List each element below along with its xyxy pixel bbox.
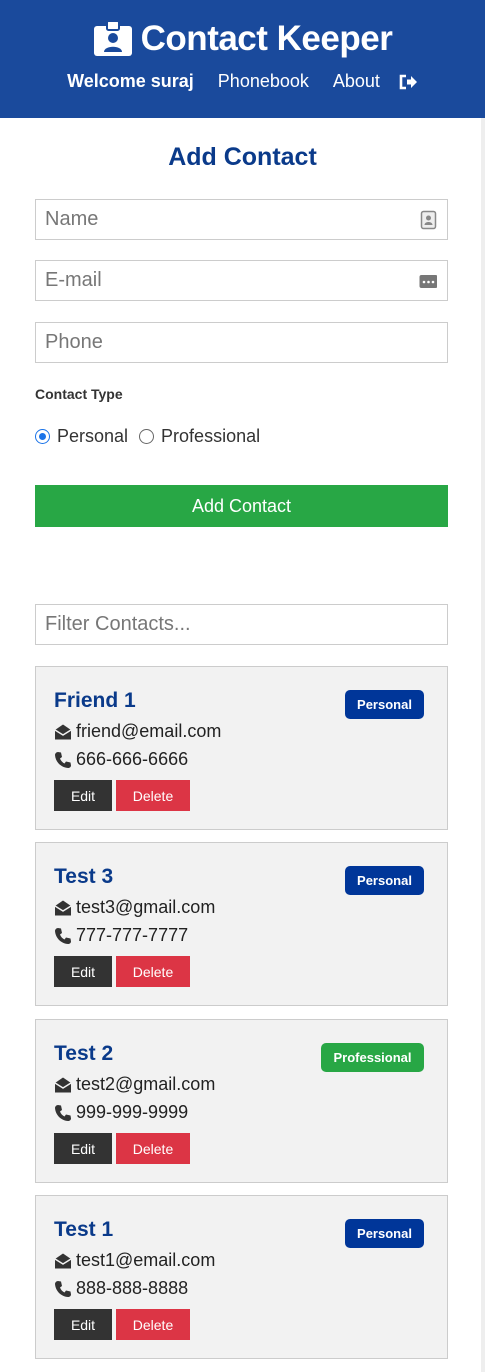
brand[interactable]: Contact Keeper xyxy=(0,0,485,60)
contact-phone: 666-666-6666 xyxy=(54,749,188,770)
contact-email-text: test1@email.com xyxy=(76,1250,216,1270)
contact-type-badge: Professional xyxy=(321,1043,424,1072)
radio-professional-label[interactable]: Professional xyxy=(161,426,260,447)
app-title: Contact Keeper xyxy=(140,19,393,58)
form-title: Add Contact xyxy=(168,143,317,171)
envelope-open-icon xyxy=(54,1253,72,1268)
envelope-open-icon xyxy=(54,900,72,915)
contact-type-label: Contact Type xyxy=(35,386,123,402)
contact-name: Test 1 xyxy=(54,1218,114,1241)
edit-button[interactable]: Edit xyxy=(54,780,112,811)
envelope-open-icon xyxy=(54,724,72,739)
delete-button[interactable]: Delete xyxy=(116,956,190,987)
contact-phone-text: 999-999-9999 xyxy=(76,1102,189,1122)
contact-card: Friend 1 Personal friend@email.com 666-6… xyxy=(35,666,448,830)
welcome-text: Welcome suraj xyxy=(67,71,194,91)
contact-phone-text: 777-777-7777 xyxy=(76,925,189,945)
add-contact-button[interactable]: Add Contact xyxy=(35,485,448,527)
contact-type-badge: Personal xyxy=(345,866,424,895)
radio-personal-label[interactable]: Personal xyxy=(57,426,128,447)
contact-type-badge: Personal xyxy=(345,1219,424,1248)
contact-card: Test 3 Personal test3@gmail.com 777-777-… xyxy=(35,842,448,1006)
envelope-open-icon xyxy=(54,1077,72,1092)
contact-email-text: test2@gmail.com xyxy=(76,1074,216,1094)
phone-icon xyxy=(55,927,71,944)
contact-name: Friend 1 xyxy=(54,689,136,712)
contact-email: friend@email.com xyxy=(54,721,221,742)
phone-input[interactable] xyxy=(36,323,447,362)
scrollbar[interactable] xyxy=(481,118,485,1372)
edit-button[interactable]: Edit xyxy=(54,1309,112,1340)
email-input[interactable] xyxy=(36,261,447,300)
contact-phone-text: 888-888-8888 xyxy=(76,1278,189,1298)
name-input[interactable] xyxy=(36,200,447,239)
name-field[interactable] xyxy=(35,199,448,240)
contact-name: Test 3 xyxy=(54,865,114,888)
contact-email: test3@gmail.com xyxy=(54,897,215,918)
contact-email-text: test3@gmail.com xyxy=(76,897,216,917)
contact-name: Test 2 xyxy=(54,1042,114,1065)
nav-link-about[interactable]: About xyxy=(333,71,380,92)
edit-button[interactable]: Edit xyxy=(54,1133,112,1164)
delete-button[interactable]: Delete xyxy=(116,1133,190,1164)
nav-links: Welcome suraj Phonebook About xyxy=(0,71,485,92)
contact-email: test2@gmail.com xyxy=(54,1074,215,1095)
sign-out-icon[interactable] xyxy=(398,73,418,91)
contact-card-icon xyxy=(420,210,437,230)
contact-phone: 888-888-8888 xyxy=(54,1278,188,1299)
radio-professional[interactable] xyxy=(139,429,155,444)
phone-field[interactable] xyxy=(35,322,448,363)
filter-field[interactable] xyxy=(35,604,448,645)
navbar: Contact Keeper Welcome suraj Phonebook A… xyxy=(0,0,485,118)
phone-icon xyxy=(55,1104,71,1121)
contact-card: Test 2 Professional test2@gmail.com 999-… xyxy=(35,1019,448,1183)
contact-phone: 777-777-7777 xyxy=(54,925,188,946)
delete-button[interactable]: Delete xyxy=(116,1309,190,1340)
contact-email: test1@email.com xyxy=(54,1250,215,1271)
nav-link-phonebook[interactable]: Phonebook xyxy=(218,71,309,92)
autofill-dots-icon xyxy=(419,275,437,288)
contact-card: Test 1 Personal test1@email.com 888-888-… xyxy=(35,1195,448,1359)
contact-type-group: Personal Professional xyxy=(35,426,271,447)
edit-button[interactable]: Edit xyxy=(54,956,112,987)
radio-personal[interactable] xyxy=(35,429,50,444)
filter-input[interactable] xyxy=(36,605,447,644)
phone-icon xyxy=(55,751,71,768)
id-badge-icon xyxy=(93,21,132,56)
delete-button[interactable]: Delete xyxy=(116,780,190,811)
contact-phone: 999-999-9999 xyxy=(54,1102,188,1123)
email-field[interactable] xyxy=(35,260,448,301)
contact-email-text: friend@email.com xyxy=(76,721,222,741)
contact-phone-text: 666-666-6666 xyxy=(76,749,189,769)
phone-icon xyxy=(55,1280,71,1297)
contact-type-badge: Personal xyxy=(345,690,424,719)
